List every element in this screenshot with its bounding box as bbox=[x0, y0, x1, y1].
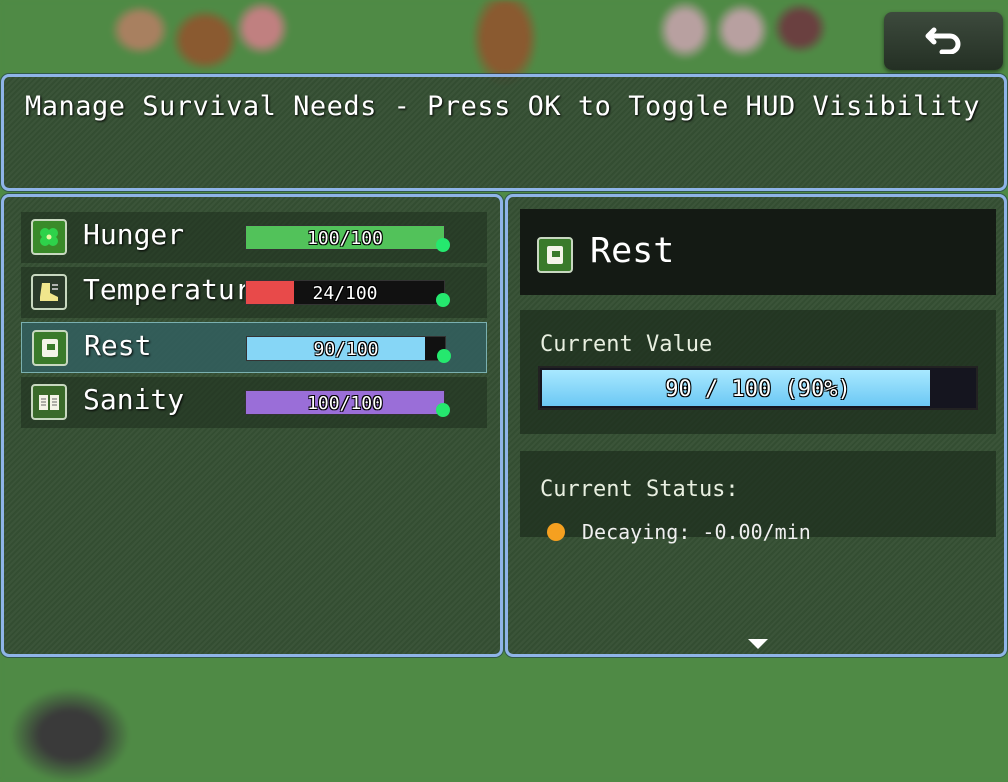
need-row-rest[interactable]: Rest 90/100 bbox=[21, 322, 487, 373]
status-text: Decaying: -0.00/min bbox=[582, 520, 811, 544]
return-arrow-icon bbox=[924, 24, 964, 58]
current-status-section: Current Status: Decaying: -0.00/min bbox=[520, 451, 996, 544]
need-value: 90/100 bbox=[313, 339, 379, 360]
current-value-text: 90 / 100 (90%) bbox=[665, 377, 851, 402]
current-value-bar: 90 / 100 (90%) bbox=[538, 366, 978, 410]
clover-icon bbox=[31, 219, 67, 255]
need-row-hunger[interactable]: Hunger 100/100 bbox=[21, 212, 487, 263]
detail-header: Rest bbox=[520, 209, 996, 295]
back-button[interactable] bbox=[884, 12, 1003, 70]
need-detail-window: Rest Current Value 90 / 100 (90%) Curren… bbox=[505, 194, 1007, 657]
need-bar: 24/100 bbox=[245, 280, 450, 307]
need-bar: 100/100 bbox=[245, 225, 450, 252]
need-bar: 90/100 bbox=[246, 336, 451, 363]
needs-list-window: Hunger 100/100 Temperature 24/100 Rest 9… bbox=[1, 194, 503, 657]
status-dot-icon bbox=[547, 523, 565, 541]
need-label: Rest bbox=[84, 329, 152, 362]
current-value-section: Current Value 90 / 100 (90%) bbox=[520, 310, 996, 434]
need-row-temperature[interactable]: Temperature 24/100 bbox=[21, 267, 487, 318]
need-label: Temperature bbox=[83, 273, 269, 306]
need-indicator-dot bbox=[436, 403, 450, 417]
boot-icon bbox=[31, 274, 67, 310]
book-icon bbox=[31, 384, 67, 420]
need-bar: 100/100 bbox=[245, 390, 450, 417]
detail-title: Rest bbox=[590, 231, 675, 271]
bed-icon bbox=[537, 237, 573, 273]
current-value-label: Current Value bbox=[540, 332, 713, 357]
help-text: Manage Survival Needs - Press OK to Togg… bbox=[25, 91, 981, 122]
need-value: 100/100 bbox=[307, 228, 383, 249]
help-window: Manage Survival Needs - Press OK to Togg… bbox=[1, 74, 1007, 191]
need-row-sanity[interactable]: Sanity 100/100 bbox=[21, 377, 487, 428]
bed-icon bbox=[32, 330, 68, 366]
need-label: Hunger bbox=[83, 218, 185, 251]
need-label: Sanity bbox=[83, 383, 185, 416]
need-indicator-dot bbox=[436, 238, 450, 252]
current-status-label: Current Status: bbox=[540, 477, 739, 502]
scroll-down-arrow-icon[interactable] bbox=[748, 639, 768, 649]
need-indicator-dot bbox=[436, 293, 450, 307]
need-value: 100/100 bbox=[307, 393, 383, 414]
need-indicator-dot bbox=[437, 349, 451, 363]
need-value: 24/100 bbox=[312, 283, 378, 304]
